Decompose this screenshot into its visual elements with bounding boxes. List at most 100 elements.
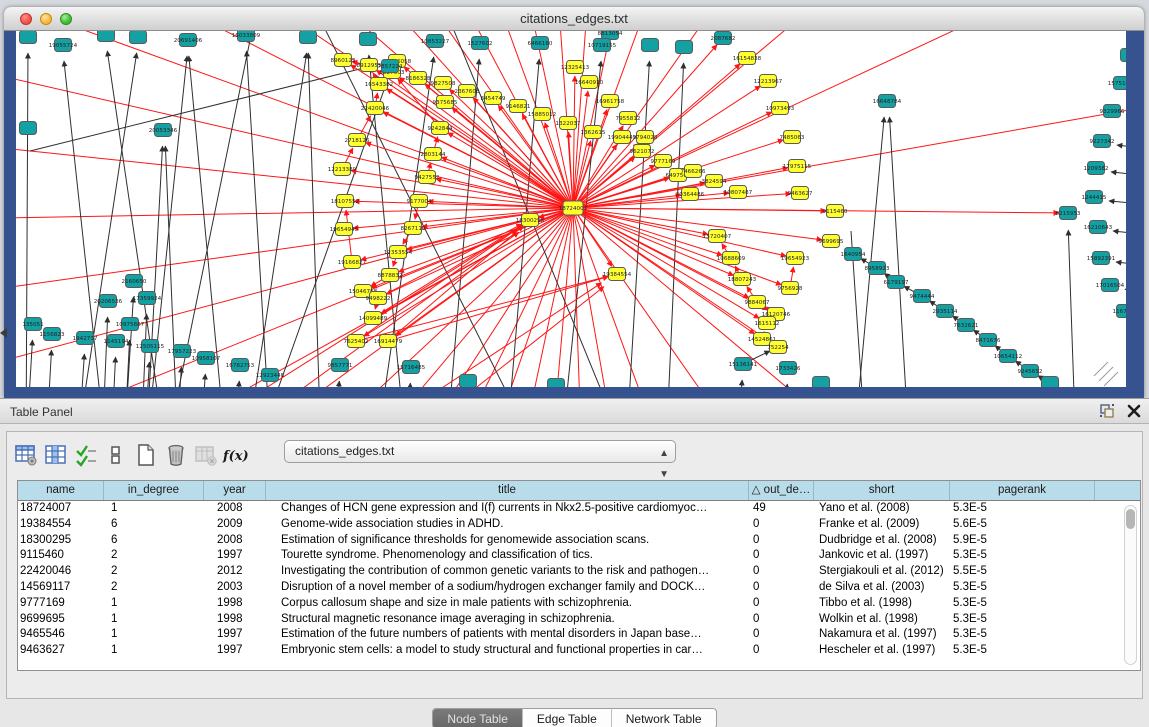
- table-cell[interactable]: 2: [104, 564, 204, 580]
- table-cell[interactable]: Changes of HCN gene expression and I(f) …: [266, 501, 749, 517]
- network-edge[interactable]: [388, 226, 523, 341]
- network-node-teal[interactable]: 2935114: [933, 305, 958, 318]
- table-cell[interactable]: Estimation of significance thresholds fo…: [266, 533, 749, 549]
- network-node-yellow[interactable]: 7955812: [616, 112, 641, 125]
- network-edge[interactable]: [1111, 172, 1126, 176]
- network-node-teal[interactable]: 16210643: [1084, 221, 1113, 234]
- table-cell[interactable]: 1998: [204, 612, 266, 628]
- network-node-yellow[interactable]: 9498222: [366, 292, 391, 305]
- table-cell[interactable]: 1997: [204, 627, 266, 643]
- network-node-yellow[interactable]: 2718126: [345, 134, 370, 147]
- network-node-yellow[interactable]: 8454749: [481, 92, 506, 105]
- network-edge[interactable]: [573, 208, 1018, 387]
- new-table-icon[interactable]: [131, 441, 161, 469]
- network-node-teal[interactable]: 15716485: [397, 361, 426, 374]
- network-node-teal[interactable]: 1527602: [468, 37, 493, 50]
- network-node-teal[interactable]: 10975887: [116, 318, 145, 331]
- table-row[interactable]: 977716911998Corpus callosum shape and si…: [18, 596, 1140, 612]
- table-cell[interactable]: 2008: [204, 501, 266, 517]
- delete-table-icon[interactable]: [191, 441, 221, 469]
- select-all-rows-icon[interactable]: [71, 441, 101, 469]
- close-panel-icon[interactable]: [1127, 404, 1141, 423]
- table-cell[interactable]: Jankovic et al. (1997): [814, 548, 950, 564]
- table-cell[interactable]: 2: [104, 580, 204, 596]
- network-node-yellow[interactable]: 9242844: [428, 122, 453, 135]
- table-cell[interactable]: 0: [749, 596, 814, 612]
- table-row[interactable]: 946554611997Estimation of the future num…: [18, 627, 1140, 643]
- table-cell[interactable]: 22420046: [18, 564, 104, 580]
- table-cell[interactable]: 19384554: [18, 517, 104, 533]
- network-edge[interactable]: [573, 208, 612, 267]
- network-edge[interactable]: [1109, 201, 1126, 205]
- network-node-teal[interactable]: 8471676: [976, 334, 1001, 347]
- network-edge[interactable]: [573, 208, 786, 256]
- column-header-year[interactable]: year: [204, 481, 266, 500]
- network-edge[interactable]: [356, 276, 608, 341]
- table-cell[interactable]: 14569117: [18, 580, 104, 596]
- network-node-teal[interactable]: 16648784: [873, 95, 902, 108]
- network-node-yellow[interactable]: 3824594: [702, 175, 727, 188]
- table-cell[interactable]: 18724007: [18, 501, 104, 517]
- table-cell[interactable]: 9463627: [18, 643, 104, 659]
- network-node-yellow[interactable]: 9115460: [823, 205, 848, 218]
- table-row[interactable]: 911546021997Tourette syndrome. Phenomeno…: [18, 548, 1140, 564]
- network-node-yellow[interactable]: 19654923: [781, 252, 810, 265]
- network-node-yellow[interactable]: 8960123: [331, 54, 356, 67]
- table-cell[interactable]: 5.3E-5: [950, 612, 1095, 628]
- table-cell[interactable]: 5.5E-5: [950, 564, 1095, 580]
- network-node-teal[interactable]: 7632621: [954, 319, 979, 332]
- network-node-teal[interactable]: [813, 377, 830, 388]
- network-node-teal[interactable]: 10654112: [994, 350, 1022, 363]
- network-edge[interactable]: [890, 117, 909, 387]
- table-cell[interactable]: 5.3E-5: [950, 643, 1095, 659]
- network-node-teal[interactable]: 15751074: [1108, 77, 1126, 90]
- network-node-teal[interactable]: 20053346: [149, 124, 178, 137]
- table-cell[interactable]: 0: [749, 580, 814, 596]
- network-node-yellow[interactable]: 12213389: [328, 163, 357, 176]
- network-node-yellow[interactable]: 9427552: [415, 171, 440, 184]
- table-cell[interactable]: 1: [104, 596, 204, 612]
- network-edge[interactable]: [124, 340, 130, 387]
- table-row[interactable]: 946362711997Embryonic stem cells: a mode…: [18, 643, 1140, 659]
- table-cell[interactable]: 2: [104, 548, 204, 564]
- show-selected-icon[interactable]: [101, 441, 131, 469]
- network-node-teal[interactable]: 17359924: [133, 292, 162, 305]
- network-node-yellow[interactable]: 9621072: [630, 145, 655, 158]
- network-node-teal[interactable]: 6466160: [528, 37, 553, 50]
- table-cell[interactable]: 9465546: [18, 627, 104, 643]
- network-node-teal[interactable]: 15892391: [1087, 252, 1116, 265]
- network-node-teal[interactable]: 9474444: [910, 290, 935, 303]
- network-node-yellow[interactable]: 1322037: [556, 117, 581, 130]
- network-edge[interactable]: [111, 357, 116, 387]
- network-edge[interactable]: [247, 51, 271, 387]
- network-edge[interactable]: [736, 380, 742, 387]
- function-builder-icon[interactable]: f(x): [221, 441, 251, 469]
- table-scrollbar[interactable]: [1124, 505, 1137, 665]
- network-node-teal[interactable]: 9245652: [1018, 365, 1043, 378]
- network-node-teal[interactable]: 9329966: [1100, 105, 1125, 118]
- delete-entries-icon[interactable]: [161, 441, 191, 469]
- network-node-teal[interactable]: 16782753: [226, 359, 255, 372]
- table-cell[interactable]: Structural magnetic resonance image aver…: [266, 612, 749, 628]
- network-node-yellow[interactable]: 9884067: [745, 296, 770, 309]
- network-node-teal[interactable]: 2087682: [711, 32, 736, 45]
- network-node-teal[interactable]: 1733426: [776, 362, 801, 375]
- network-node-teal[interactable]: 17016504: [1096, 279, 1125, 292]
- table-header-row[interactable]: namein_degreeyeartitle△ out_de…shortpage…: [18, 481, 1140, 501]
- network-edge[interactable]: [366, 143, 573, 208]
- network-node-yellow[interactable]: 18107552: [331, 195, 359, 208]
- show-columns-icon[interactable]: [41, 441, 71, 469]
- network-node-yellow[interactable]: 1615112: [755, 317, 780, 330]
- network-node-teal[interactable]: [300, 31, 317, 44]
- network-node-teal[interactable]: [130, 31, 147, 44]
- network-node-yellow[interactable]: 15720407: [703, 230, 732, 243]
- table-cell[interactable]: 5.3E-5: [950, 580, 1095, 596]
- table-cell[interactable]: Nakamura et al. (1997): [814, 627, 950, 643]
- network-node-teal[interactable]: 12505115: [136, 340, 165, 353]
- table-cell[interactable]: 18300295: [18, 533, 104, 549]
- network-node-yellow[interactable]: 19166827: [338, 256, 367, 269]
- network-node-teal[interactable]: [1042, 377, 1059, 388]
- network-edge[interactable]: [1068, 230, 1076, 387]
- network-node-yellow[interactable]: 9794028: [633, 131, 658, 144]
- network-node-teal[interactable]: 10719155: [588, 39, 617, 52]
